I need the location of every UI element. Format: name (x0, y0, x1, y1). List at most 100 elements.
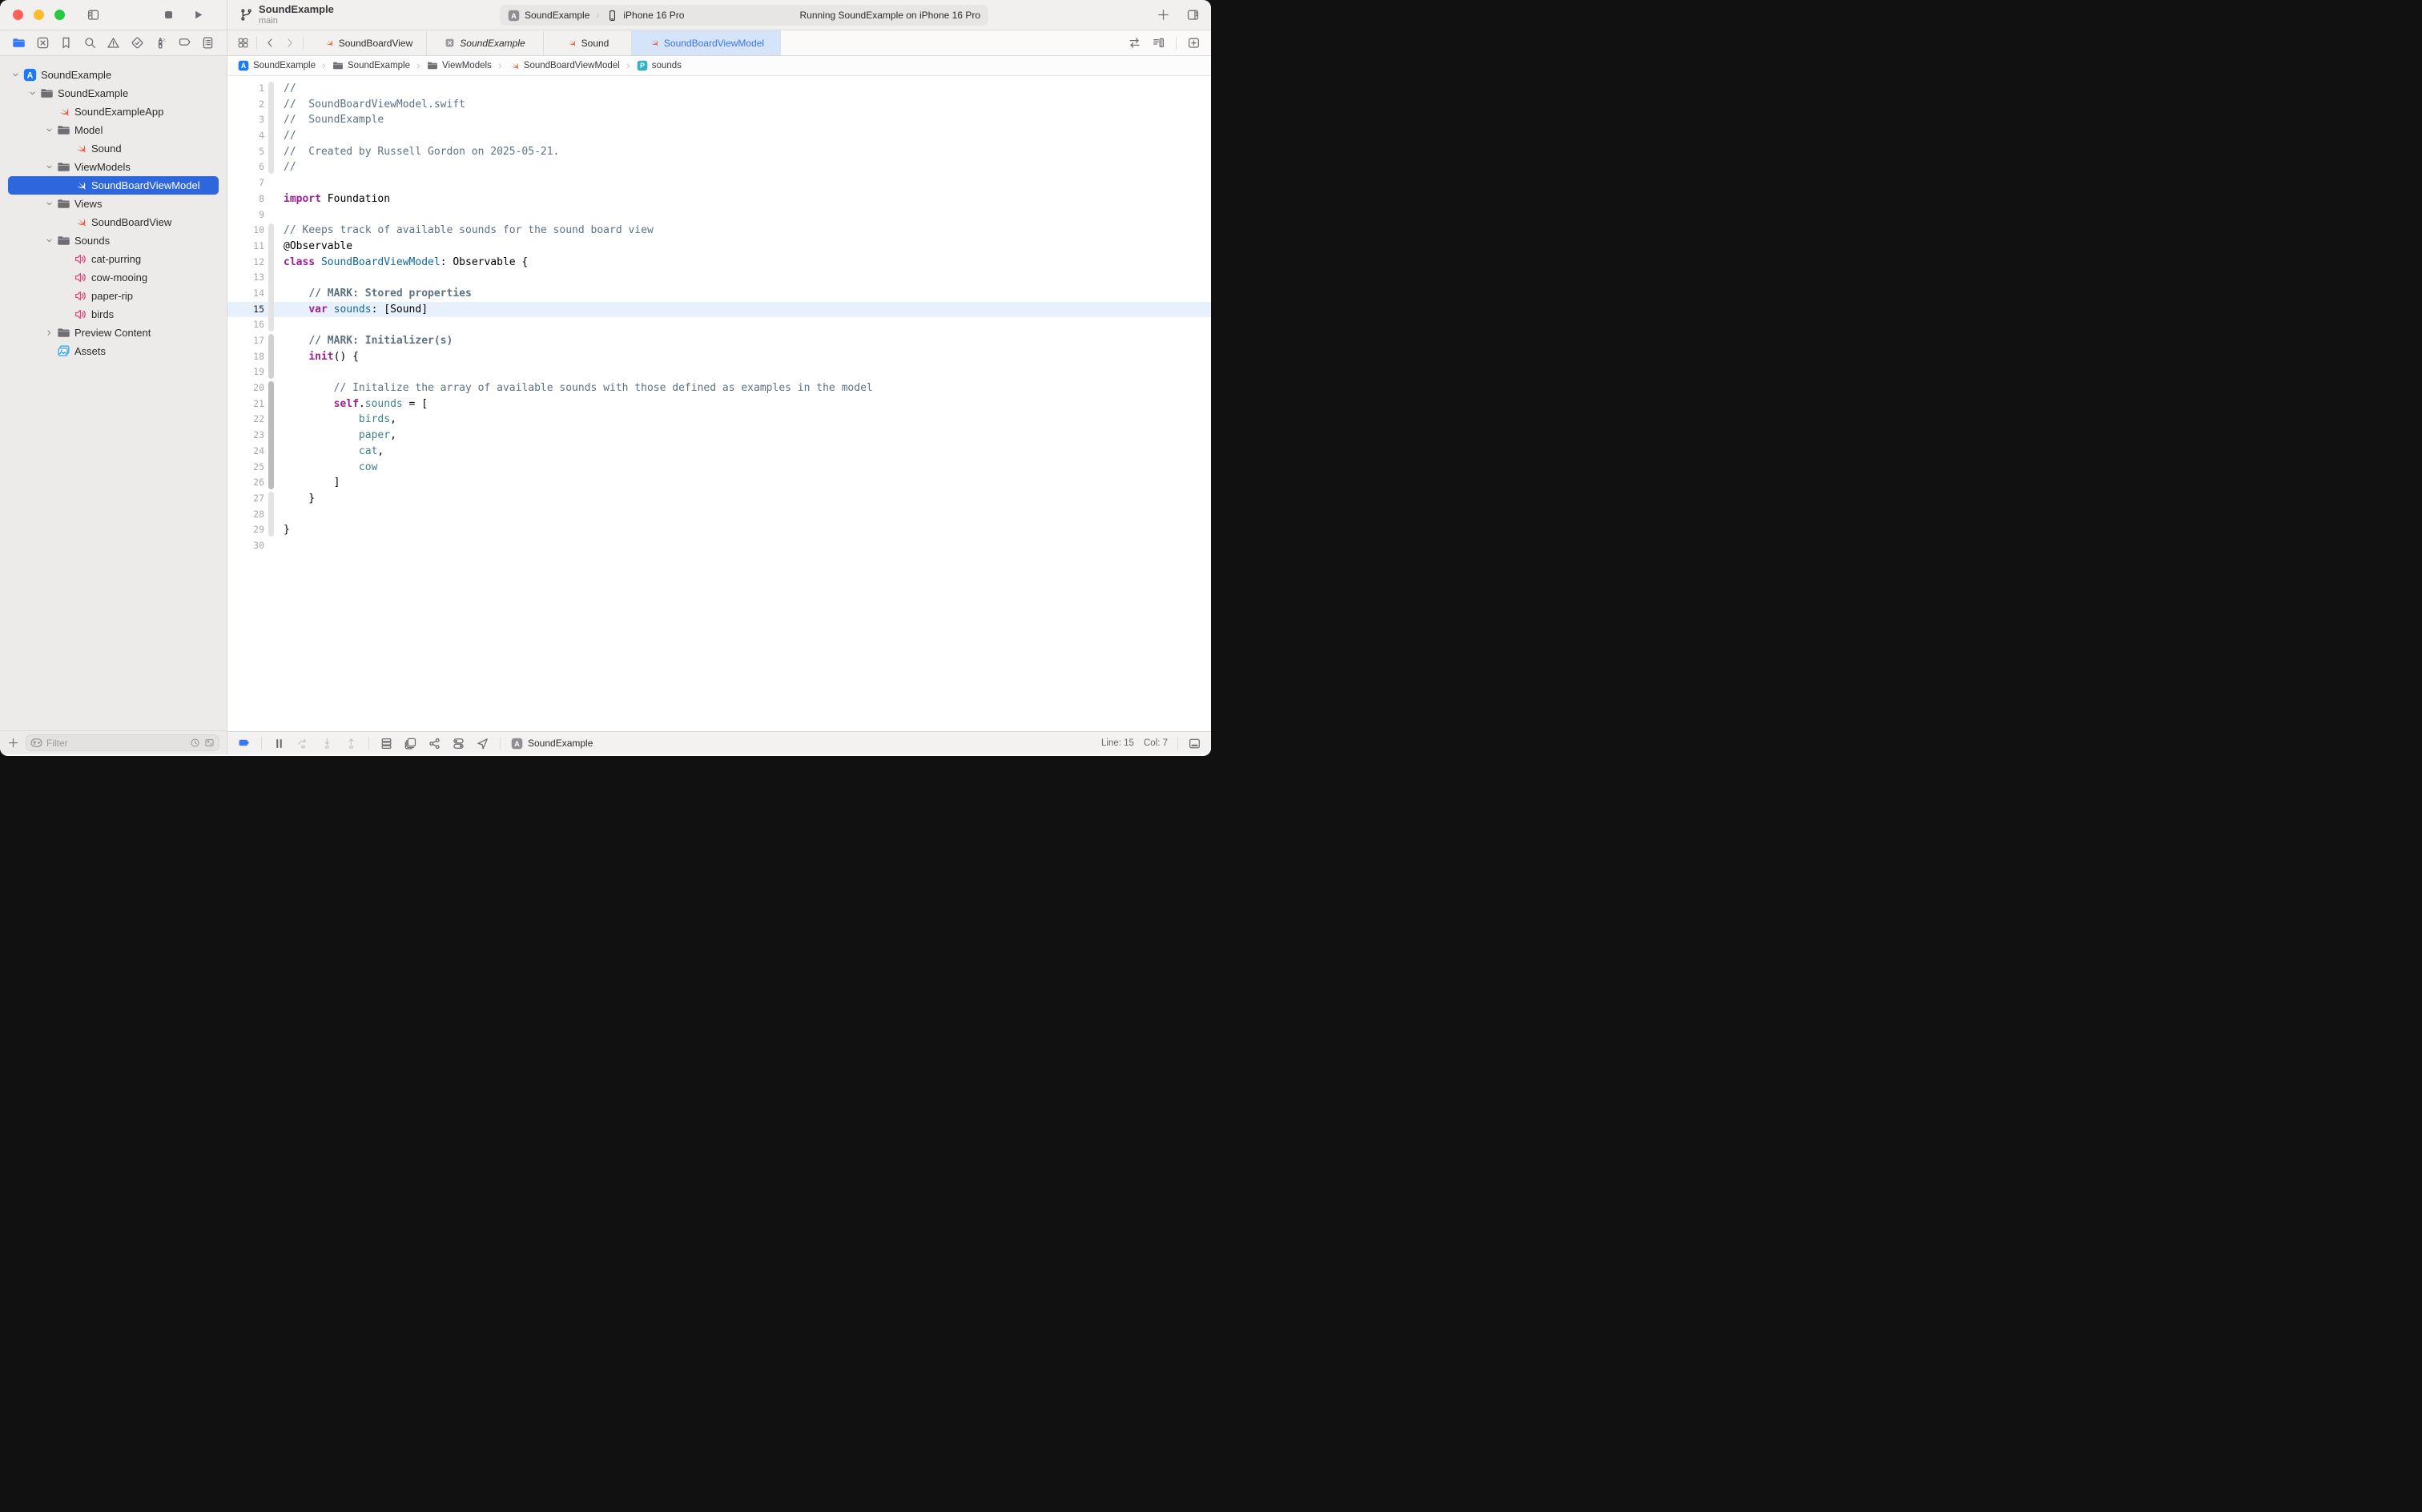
minimize-window-button[interactable] (34, 10, 44, 20)
code-line-4[interactable]: 4// (227, 128, 1211, 144)
code-line-30[interactable]: 30 (227, 538, 1211, 554)
debug-gauges-button[interactable] (428, 737, 441, 750)
sidebar-item-soundexampleapp[interactable]: SoundExampleApp (8, 103, 219, 121)
sidebar-item-viewmodels[interactable]: ViewModels (8, 158, 219, 176)
sidebar-item-cow-mooing[interactable]: cow-mooing (8, 268, 219, 287)
code-line-10[interactable]: 10// Keeps track of available sounds for… (227, 223, 1211, 239)
disclosure-chevron-down-icon[interactable] (45, 236, 57, 245)
code-line-16[interactable]: 16 (227, 317, 1211, 333)
line-number[interactable]: 21 (227, 396, 264, 412)
line-number[interactable]: 15 (227, 302, 264, 318)
line-number[interactable]: 30 (227, 538, 264, 554)
go-forward-button[interactable] (284, 37, 296, 49)
disclosure-chevron-down-icon[interactable] (45, 163, 57, 171)
filter-input[interactable] (46, 738, 186, 749)
code-line-15[interactable]: 15 var sounds: [Sound] (227, 302, 1211, 318)
tab-soundexample[interactable]: SoundExample (427, 30, 544, 55)
sidebar-item-soundexample[interactable]: ASoundExample (8, 66, 219, 84)
jump-bar-item-soundexample[interactable]: ASoundExample (238, 60, 316, 71)
line-number[interactable]: 16 (227, 317, 264, 333)
debug-memory-graph-button[interactable] (404, 737, 417, 750)
code-line-23[interactable]: 23 paper, (227, 428, 1211, 444)
disclosure-chevron-down-icon[interactable] (28, 89, 40, 98)
line-number[interactable]: 12 (227, 255, 264, 271)
navigator-issues-button[interactable] (107, 36, 120, 50)
recent-files-icon[interactable] (190, 738, 200, 748)
jump-bar-item-soundexample[interactable]: SoundExample (332, 60, 410, 71)
code-line-11[interactable]: 11@Observable (227, 239, 1211, 255)
tab-soundboardviewmodel[interactable]: SoundBoardViewModel (632, 30, 781, 55)
code-line-1[interactable]: 1// (227, 81, 1211, 97)
sidebar-item-preview-content[interactable]: Preview Content (8, 324, 219, 342)
line-number[interactable]: 29 (227, 522, 264, 538)
related-items-button[interactable] (237, 37, 249, 49)
sidebar-item-sounds[interactable]: Sounds (8, 231, 219, 250)
sidebar-item-model[interactable]: Model (8, 121, 219, 139)
sidebar-item-sound[interactable]: Sound (8, 139, 219, 158)
close-window-button[interactable] (13, 10, 23, 20)
pause-execution-button[interactable] (272, 737, 286, 750)
code-line-17[interactable]: 17 // MARK: Initializer(s) (227, 333, 1211, 349)
line-number[interactable]: 17 (227, 333, 264, 349)
scheme-selector[interactable]: A SoundExample iPhone 16 Pro Running Sou… (500, 5, 988, 26)
step-out-button[interactable] (344, 737, 358, 750)
disclosure-chevron-right-icon[interactable] (45, 328, 57, 337)
run-button[interactable] (192, 9, 204, 21)
line-number[interactable]: 23 (227, 428, 264, 444)
tab-soundboardview[interactable]: SoundBoardView (310, 30, 427, 55)
code-line-12[interactable]: 12class SoundBoardViewModel: Observable … (227, 255, 1211, 271)
code-line-9[interactable]: 9 (227, 207, 1211, 223)
line-number[interactable]: 19 (227, 364, 264, 380)
code-line-29[interactable]: 29} (227, 522, 1211, 538)
navigator-bookmarks-button[interactable] (59, 36, 73, 50)
line-number[interactable]: 6 (227, 159, 264, 175)
sidebar-item-soundboardview[interactable]: SoundBoardView (8, 213, 219, 231)
line-number[interactable]: 20 (227, 380, 264, 396)
line-number[interactable]: 2 (227, 97, 264, 113)
line-number[interactable]: 10 (227, 223, 264, 239)
code-line-13[interactable]: 13 (227, 270, 1211, 286)
navigator-tests-button[interactable] (131, 36, 144, 50)
disclosure-chevron-down-icon[interactable] (45, 126, 57, 135)
filter-field[interactable] (26, 734, 219, 751)
sidebar-item-soundexample[interactable]: SoundExample (8, 84, 219, 103)
simulate-location-button[interactable] (476, 737, 489, 750)
code-line-6[interactable]: 6// (227, 159, 1211, 175)
step-over-button[interactable] (296, 737, 310, 750)
run-destination[interactable]: iPhone 16 Pro (623, 10, 684, 21)
navigator-source-control-button[interactable] (36, 36, 50, 50)
code-line-22[interactable]: 22 birds, (227, 412, 1211, 428)
line-number[interactable]: 1 (227, 81, 264, 97)
tab-sound[interactable]: Sound (544, 30, 632, 55)
navigator-find-button[interactable] (83, 36, 97, 50)
add-file-button[interactable] (7, 737, 19, 749)
jump-bar-item-viewmodels[interactable]: ViewModels (427, 60, 492, 71)
toggle-debug-area-button[interactable] (1188, 737, 1201, 750)
step-into-button[interactable] (320, 737, 334, 750)
line-number[interactable]: 14 (227, 286, 264, 302)
code-line-7[interactable]: 7 (227, 175, 1211, 191)
code-line-20[interactable]: 20 // Initalize the array of available s… (227, 380, 1211, 396)
zoom-window-button[interactable] (54, 10, 65, 20)
code-line-24[interactable]: 24 cat, (227, 444, 1211, 460)
sidebar-item-paper-rip[interactable]: paper-rip (8, 287, 219, 305)
navigator-breakpoints-button[interactable] (178, 36, 191, 50)
scheme-name[interactable]: SoundExample (525, 10, 589, 21)
code-line-18[interactable]: 18 init() { (227, 349, 1211, 365)
code-line-21[interactable]: 21 self.sounds = [ (227, 396, 1211, 412)
add-button[interactable] (1157, 8, 1170, 22)
code-line-26[interactable]: 26 ] (227, 475, 1211, 491)
line-number[interactable]: 28 (227, 507, 264, 523)
filter-options-icon[interactable] (30, 737, 42, 749)
line-number[interactable]: 9 (227, 207, 264, 223)
navigator-debug-button[interactable] (154, 36, 167, 50)
source-control-filter-icon[interactable] (204, 738, 215, 748)
line-number[interactable]: 8 (227, 191, 264, 207)
jump-bar-item-sounds[interactable]: Psounds (637, 60, 682, 71)
line-number[interactable]: 13 (227, 270, 264, 286)
code-line-14[interactable]: 14 // MARK: Stored properties (227, 286, 1211, 302)
code-line-3[interactable]: 3// SoundExample (227, 112, 1211, 128)
line-number[interactable]: 3 (227, 112, 264, 128)
code-review-button[interactable] (1128, 36, 1141, 50)
line-number[interactable]: 24 (227, 444, 264, 460)
